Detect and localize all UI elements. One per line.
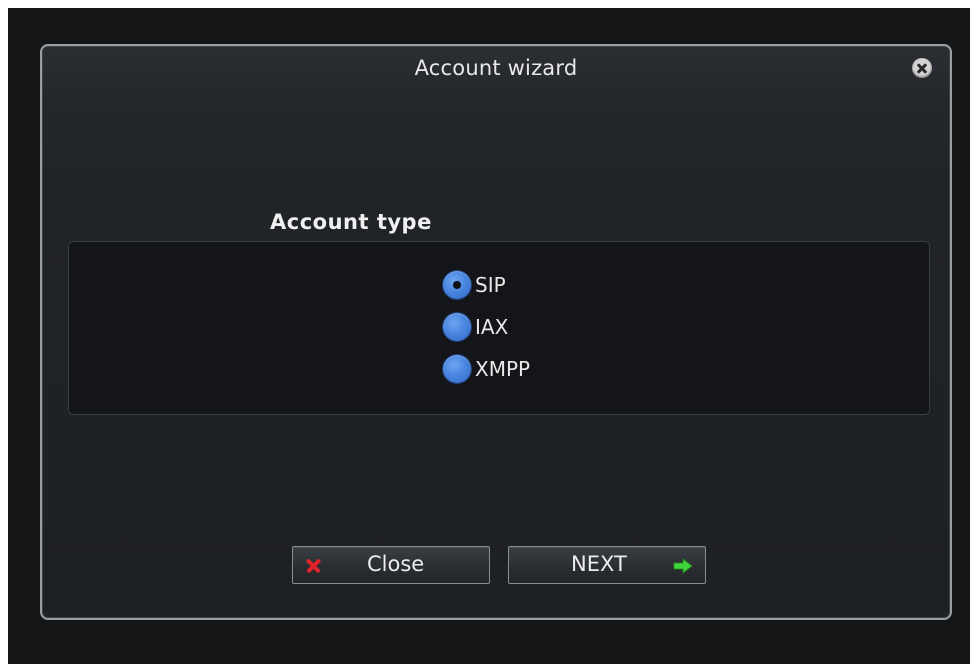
green-arrow-right-icon xyxy=(673,558,693,574)
next-button-label: NEXT xyxy=(571,552,627,576)
radio-label-xmpp: XMPP xyxy=(475,357,531,381)
radio-option-xmpp[interactable]: XMPP xyxy=(443,354,530,384)
account-type-panel: SIP IAX XMPP xyxy=(68,241,930,415)
radio-button-sip[interactable] xyxy=(443,271,471,299)
account-wizard-dialog: Account wizard Account type SIP IAX XMPP… xyxy=(40,44,952,620)
radio-option-sip[interactable]: SIP xyxy=(443,270,506,300)
dialog-title: Account wizard xyxy=(414,56,578,80)
radio-label-sip: SIP xyxy=(475,273,506,297)
radio-label-iax: IAX xyxy=(475,315,509,339)
close-button[interactable]: Close xyxy=(292,546,490,584)
radio-button-xmpp[interactable] xyxy=(443,355,471,383)
account-type-heading: Account type xyxy=(270,210,432,234)
close-button-label: Close xyxy=(367,552,425,576)
red-x-icon xyxy=(305,557,321,573)
radio-button-iax[interactable] xyxy=(443,313,471,341)
radio-option-iax[interactable]: IAX xyxy=(443,312,508,342)
next-button[interactable]: NEXT xyxy=(508,546,706,584)
close-icon[interactable] xyxy=(912,58,932,78)
